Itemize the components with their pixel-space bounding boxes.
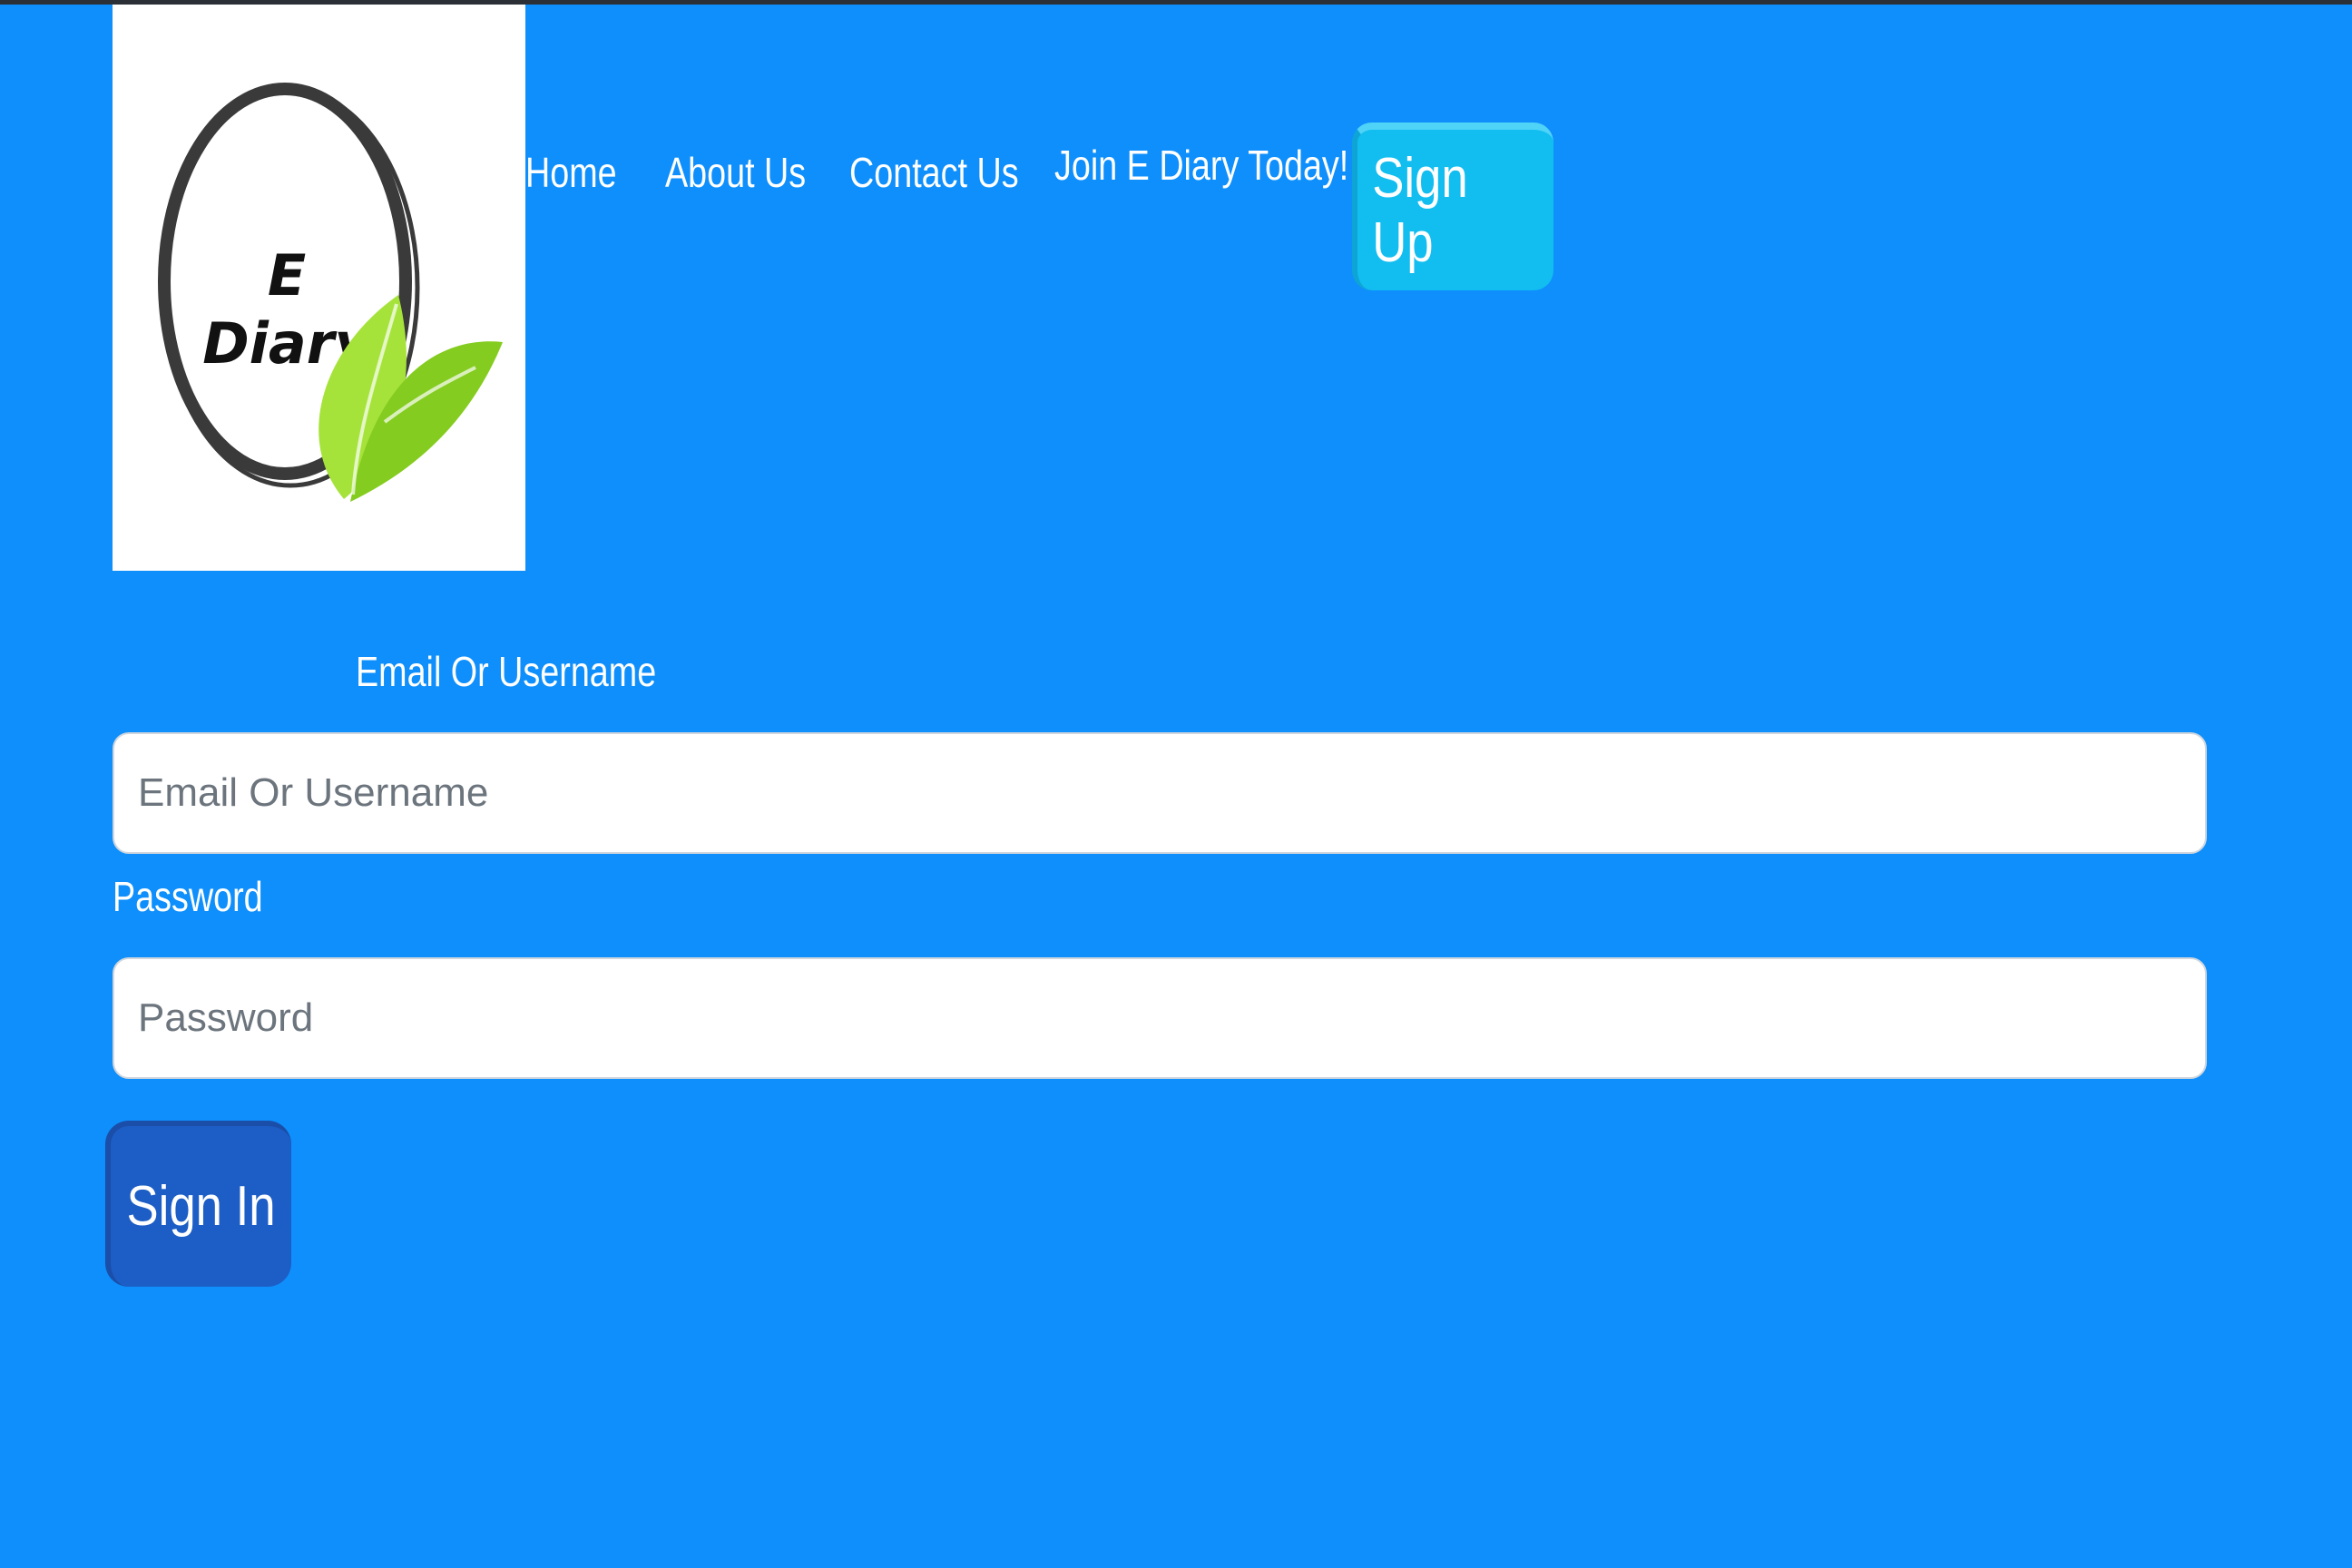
leaf-ring-logo-icon: E Diary [158, 83, 503, 502]
nav-about-us[interactable]: About Us [665, 136, 806, 209]
nav-home[interactable]: Home [525, 136, 617, 209]
email-label: Email Or Username [356, 648, 657, 695]
sign-in-button[interactable]: Sign In [105, 1121, 291, 1287]
sign-up-button[interactable]: Sign Up [1352, 122, 1553, 290]
nav-contact-us[interactable]: Contact Us [849, 136, 1019, 209]
logo[interactable]: E Diary [113, 5, 525, 571]
email-input[interactable] [113, 732, 2207, 854]
password-input[interactable] [113, 957, 2207, 1079]
nav-join-today[interactable]: Join E Diary Today! [1054, 129, 1348, 201]
logo-text-e: E [268, 242, 306, 309]
sign-in-label: Sign In [126, 1175, 276, 1238]
password-label: Password [113, 873, 263, 920]
sign-up-label: Sign Up [1372, 146, 1468, 274]
